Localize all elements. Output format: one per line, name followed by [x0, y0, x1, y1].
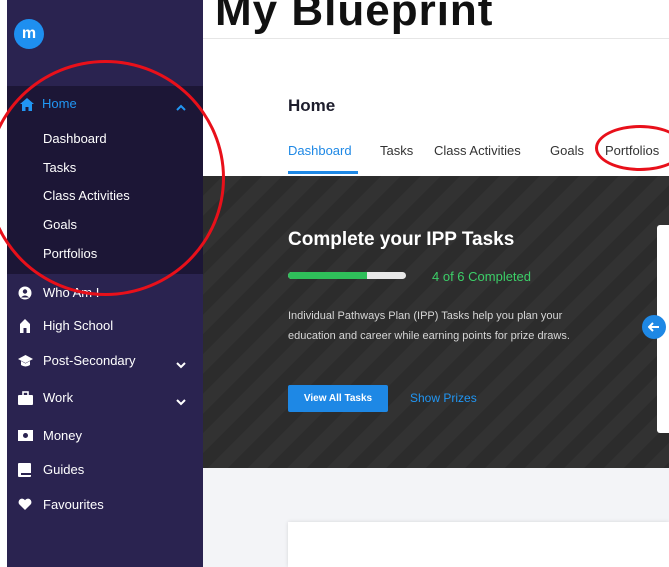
arrow-left-icon[interactable] [642, 315, 666, 339]
school-icon [18, 319, 32, 333]
sidebar-item-post-secondary[interactable]: Post-Secondary [7, 349, 203, 373]
sidebar-item-money[interactable]: Money [7, 424, 203, 448]
briefcase-icon [18, 391, 33, 405]
active-tab-indicator [288, 171, 358, 174]
app-title: My Blueprint [215, 0, 494, 35]
hero-title: Complete your IPP Tasks [288, 229, 515, 250]
sidebar-item-label: Post-Secondary [43, 353, 136, 368]
sidebar-item-work[interactable]: Work [7, 386, 203, 410]
sidebar-item-high-school[interactable]: High School [7, 314, 203, 338]
heart-icon [18, 498, 32, 512]
header-divider [203, 38, 669, 39]
tab-dashboard[interactable]: Dashboard [288, 143, 352, 158]
sidebar-item-guides[interactable]: Guides [7, 458, 203, 482]
sidebar-edge [0, 0, 7, 567]
chevron-down-icon[interactable] [176, 356, 186, 374]
sidebar-item-label: Guides [43, 462, 85, 477]
tab-class-activities[interactable]: Class Activities [434, 143, 521, 158]
book-icon [18, 463, 32, 477]
view-all-tasks-button[interactable]: View All Tasks [288, 385, 388, 412]
annotation-circle-portfolios [595, 125, 669, 171]
app-logo[interactable]: m [14, 19, 44, 49]
tab-goals[interactable]: Goals [550, 143, 584, 158]
sidebar-item-label: Money [43, 428, 83, 443]
page-title: Home [288, 96, 336, 115]
tab-tasks[interactable]: Tasks [380, 143, 413, 158]
sidebar-item-label: Favourites [43, 497, 104, 512]
sidebar-item-label: High School [43, 318, 114, 333]
progress-fill [288, 272, 368, 279]
user-circle-icon [18, 286, 32, 300]
hero-description: Individual Pathways Plan (IPP) Tasks hel… [288, 310, 570, 342]
progress-bar [288, 272, 406, 279]
sidebar-item-label: Work [43, 390, 74, 405]
money-icon [18, 429, 33, 443]
content-card [288, 522, 669, 567]
progress-text: 4 of 6 Completed [432, 269, 532, 284]
show-prizes-link[interactable]: Show Prizes [410, 391, 477, 405]
sidebar-item-favourites[interactable]: Favourites [7, 493, 203, 517]
chevron-down-icon[interactable] [176, 393, 186, 411]
graduation-cap-icon [18, 354, 33, 368]
